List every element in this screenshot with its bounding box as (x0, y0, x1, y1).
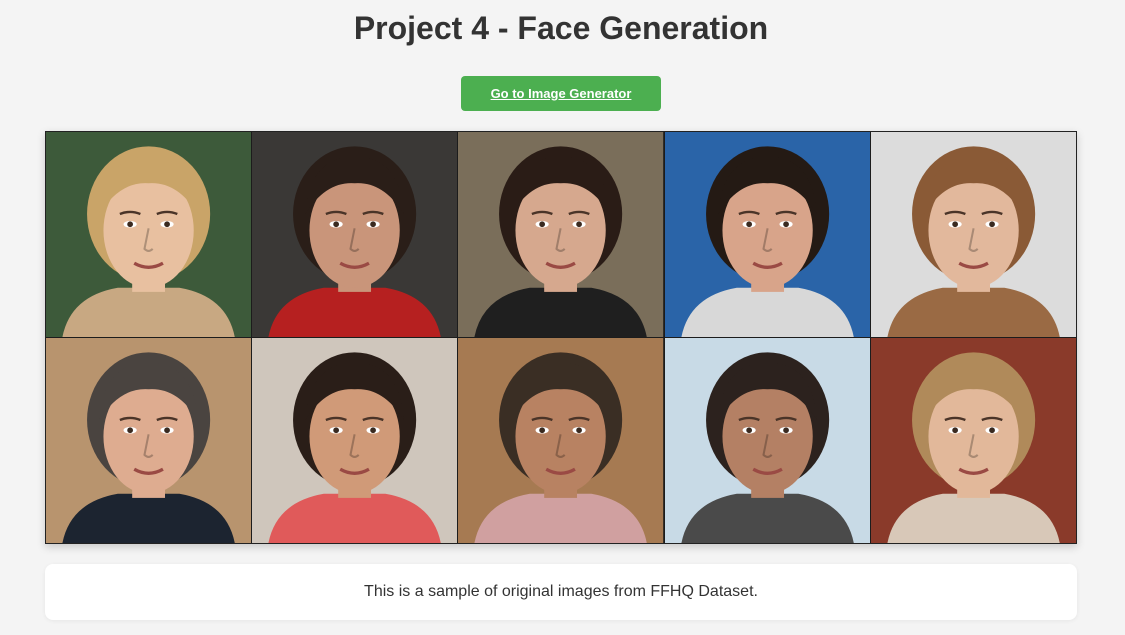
face-image (458, 338, 664, 543)
face-image (252, 132, 458, 337)
face-image (46, 132, 252, 337)
face-image (870, 132, 1076, 337)
caption-text: This is a sample of original images from… (364, 583, 758, 600)
caption-box: This is a sample of original images from… (45, 564, 1077, 620)
face-image (252, 338, 458, 543)
page-title: Project 4 - Face Generation (353, 10, 769, 46)
face-image-grid (45, 131, 1077, 544)
face-image (664, 338, 870, 543)
image-generator-button[interactable]: Go to Image Generator (461, 76, 661, 111)
page: Project 4 - Face Generation Go to Image … (0, 0, 1125, 635)
face-image (46, 338, 252, 543)
face-image (870, 338, 1076, 543)
face-image (664, 132, 870, 337)
image-generator-link[interactable]: Go to Image Generator (491, 86, 632, 101)
face-image (458, 132, 664, 337)
